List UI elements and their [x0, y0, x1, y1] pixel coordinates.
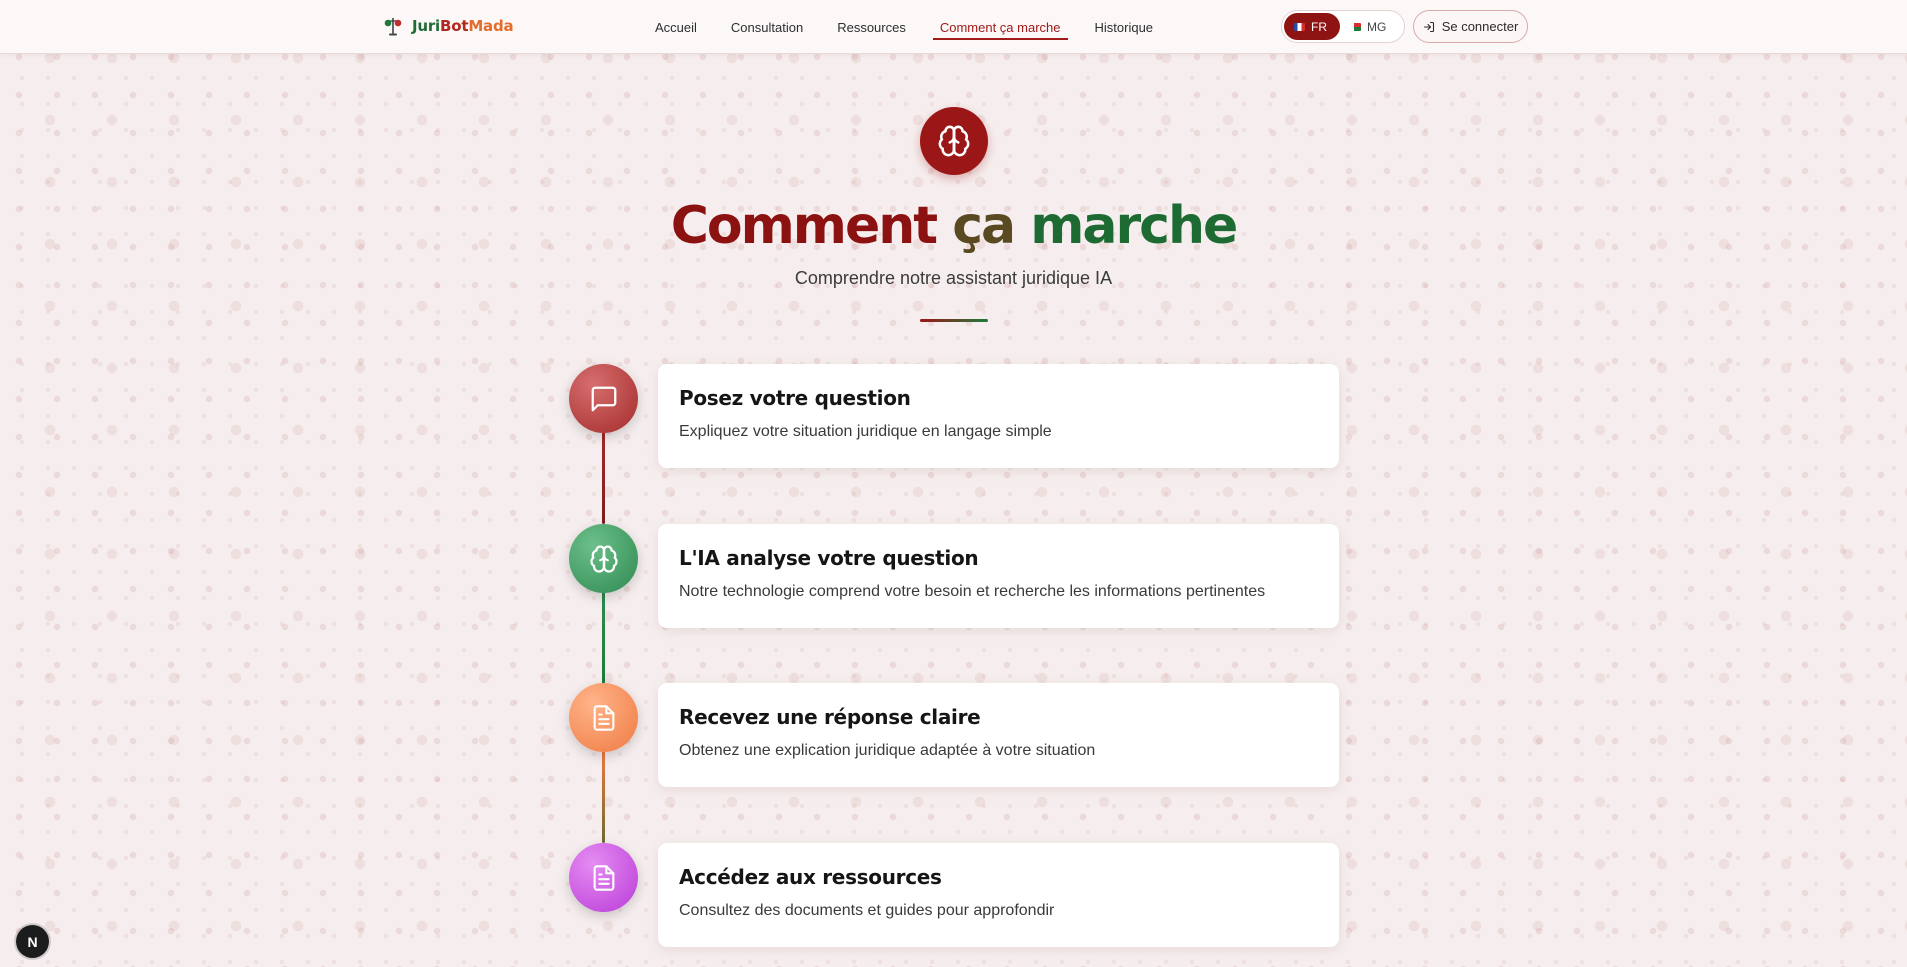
brand-name: JuriBotMada: [412, 17, 514, 35]
login-button-label: Se connecter: [1441, 19, 1519, 34]
step-2-icon-badge: [569, 524, 638, 593]
brand-logo[interactable]: JuriBotMada: [383, 14, 514, 38]
brain-icon: [938, 125, 970, 157]
step-4-icon-badge: [569, 843, 638, 912]
title-divider: [920, 319, 988, 322]
file-text-icon: [593, 864, 614, 891]
step-card-4: Accédez aux ressources Consultez des doc…: [658, 843, 1339, 947]
step-3-description: Obtenez une explication juridique adapté…: [679, 742, 1096, 759]
nav-link-comment-ca-marche[interactable]: Comment ça marche: [932, 0, 1068, 54]
timeline-connector-2: [602, 592, 605, 684]
page-title: Comment ça marche: [670, 196, 1239, 256]
login-button[interactable]: Se connecter: [1413, 10, 1528, 43]
step-card-2: L'IA analyse votre question Notre techno…: [658, 524, 1339, 628]
step-3-icon-badge: [569, 683, 638, 752]
login-icon: [1423, 21, 1434, 32]
main-nav: Accueil Consultation Ressources Comment …: [648, 0, 1180, 54]
step-3-title: Recevez une réponse claire: [679, 705, 981, 729]
step-4-title: Accédez aux ressources: [679, 865, 942, 889]
file-text-icon: [593, 704, 614, 731]
scales-of-justice-icon: [384, 18, 402, 36]
step-4-description: Consultez des documents et guides pour a…: [679, 902, 1055, 919]
step-card-1: Posez votre question Expliquez votre sit…: [658, 364, 1339, 468]
next-dev-indicator-button[interactable]: N: [16, 925, 49, 958]
language-code-fr: FR: [1311, 19, 1327, 34]
step-card-3: Recevez une réponse claire Obtenez une e…: [658, 683, 1339, 787]
nav-link-accueil[interactable]: Accueil: [648, 0, 704, 54]
madagascar-flag-icon: [1350, 22, 1361, 31]
nav-link-historique[interactable]: Historique: [1088, 0, 1161, 54]
timeline-connector-3: [602, 751, 605, 843]
brain-icon: [589, 544, 618, 573]
language-option-fr[interactable]: FR: [1284, 13, 1340, 40]
language-option-mg[interactable]: MG: [1340, 13, 1396, 40]
step-2-description: Notre technologie comprend votre besoin …: [679, 583, 1266, 600]
page-subtitle: Comprendre notre assistant juridique IA: [794, 268, 1113, 288]
step-2-title: L'IA analyse votre question: [679, 546, 979, 570]
top-navbar: JuriBotMada Accueil Consultation Ressour…: [0, 0, 1907, 54]
nav-link-ressources[interactable]: Ressources: [830, 0, 913, 54]
step-1-icon-badge: [569, 364, 638, 433]
nav-link-consultation[interactable]: Consultation: [724, 0, 810, 54]
france-flag-icon: [1294, 22, 1305, 31]
timeline-connector-1: [602, 432, 605, 524]
language-switcher: FR MG: [1281, 10, 1405, 43]
next-dev-indicator-icon: N: [27, 933, 38, 950]
step-1-title: Posez votre question: [679, 386, 911, 410]
hero-brain-badge: [920, 107, 988, 175]
language-code-mg: MG: [1367, 19, 1387, 34]
step-1-description: Expliquez votre situation juridique en l…: [679, 423, 1052, 440]
message-square-icon: [591, 386, 616, 411]
